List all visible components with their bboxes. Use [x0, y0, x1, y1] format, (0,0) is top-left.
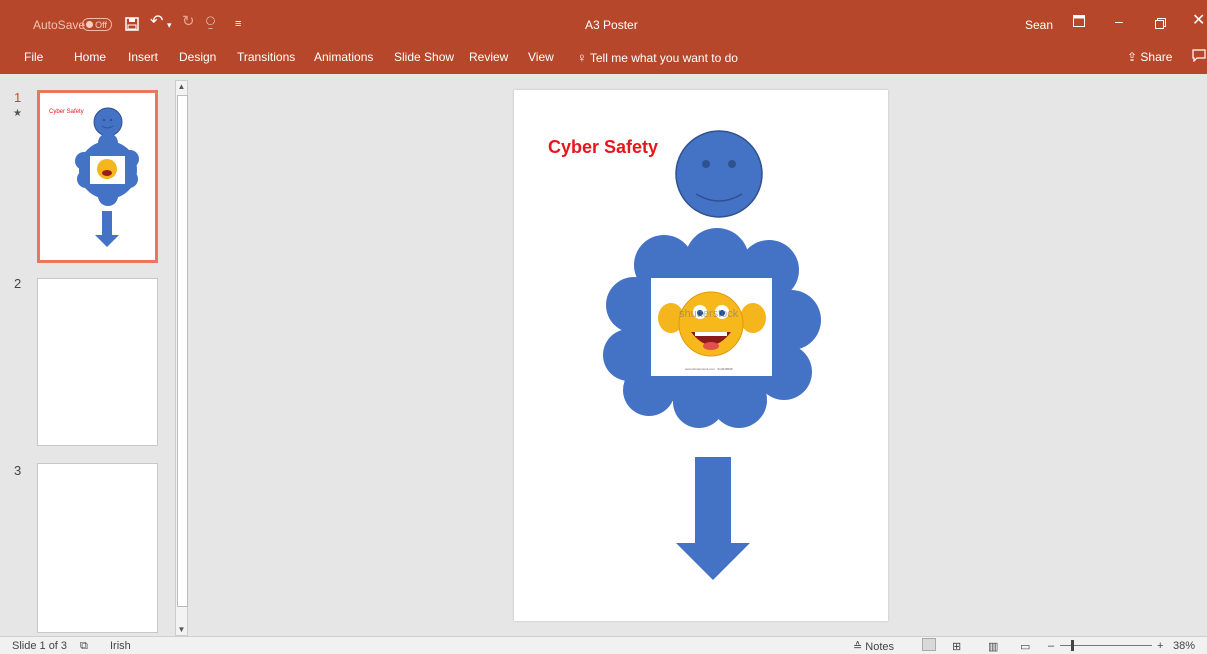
zoom-out-icon[interactable]: – — [1048, 640, 1054, 652]
autosave-state: Off — [95, 20, 107, 30]
tell-me-text: Tell me what you want to do — [589, 51, 738, 65]
zoom-in-icon[interactable]: + — [1157, 640, 1163, 652]
tab-transitions[interactable]: Transitions — [237, 50, 295, 64]
minimize-icon[interactable]: – — [1115, 14, 1123, 28]
save-icon[interactable] — [125, 17, 139, 33]
thumbnail-number-1: 1 — [14, 90, 22, 105]
customize-toolbar-icon[interactable]: ≡ — [235, 17, 241, 31]
down-arrow-shape[interactable] — [514, 90, 888, 621]
slide-show-view-icon[interactable]: ▭ — [1020, 640, 1030, 653]
animation-star-icon: ★ — [13, 108, 22, 119]
tab-slide-show[interactable]: Slide Show — [394, 50, 454, 64]
tab-view[interactable]: View — [528, 50, 554, 64]
zoom-level[interactable]: 38% — [1173, 640, 1195, 652]
scroll-up-icon[interactable]: ▲ — [176, 81, 187, 92]
slide-count: Slide 1 of 3 — [12, 640, 68, 652]
lightbulb-icon: ♀ — [577, 50, 587, 65]
zoom-slider-thumb[interactable] — [1071, 640, 1074, 651]
tell-me-search[interactable]: ♀ Tell me what you want to do — [577, 50, 738, 65]
scroll-down-icon[interactable]: ▼ — [176, 624, 187, 635]
scrollbar-thumb[interactable] — [177, 95, 188, 607]
undo-dropdown-icon[interactable]: ▾ — [167, 18, 172, 32]
tab-review[interactable]: Review — [469, 50, 508, 64]
user-name[interactable]: Sean — [1025, 18, 1053, 32]
title-bar: AutoSave Off ↶ ▾ ↻ ⍜ ≡ A3 Poster Sean – … — [0, 0, 1207, 38]
thumbnail-preview — [75, 107, 139, 247]
ribbon-display-options-icon[interactable] — [1073, 15, 1085, 29]
tab-home[interactable]: Home — [74, 50, 106, 64]
close-icon[interactable]: ✕ — [1192, 13, 1205, 29]
share-button[interactable]: ⇪ Share — [1127, 50, 1172, 64]
comments-icon[interactable] — [1192, 49, 1206, 64]
language[interactable]: Irish — [110, 640, 131, 652]
reading-view-icon[interactable]: ▥ — [988, 640, 998, 653]
redo-icon[interactable]: ↻ — [182, 14, 195, 29]
document-title: A3 Poster — [585, 18, 638, 32]
ribbon-tabs: File Home Insert Design Transitions Anim… — [0, 38, 1207, 74]
slide-sorter-icon[interactable]: ⊞ — [952, 640, 961, 653]
restore-icon[interactable] — [1155, 17, 1166, 31]
thumbnail-pane: 1 ★ Cyber Safety 2 3 — [0, 74, 192, 636]
notes-label: Notes — [865, 641, 895, 653]
normal-view-icon[interactable] — [922, 638, 936, 651]
tab-insert[interactable]: Insert — [128, 50, 158, 64]
thumbnail-scrollbar[interactable]: ▲ ▼ — [175, 80, 188, 636]
notes-icon: ≙ — [853, 641, 863, 653]
slide-thumbnail-1[interactable]: Cyber Safety — [37, 90, 158, 263]
start-from-beginning-icon[interactable]: ⍜ — [206, 14, 215, 29]
share-label: Share — [1140, 50, 1173, 64]
thumbnail-number-2: 2 — [14, 276, 22, 291]
thumbnail-number-3: 3 — [14, 463, 22, 478]
slide-thumbnail-3[interactable] — [37, 463, 158, 633]
tab-design[interactable]: Design — [179, 50, 216, 64]
notes-button[interactable]: ≙ Notes — [853, 640, 894, 653]
tab-file[interactable]: File — [24, 50, 43, 64]
autosave-label: AutoSave — [33, 18, 86, 32]
tab-animations[interactable]: Animations — [314, 50, 373, 64]
slide-canvas[interactable]: Cyber Safety shutterstock www.shuttersto… — [514, 90, 888, 621]
toggle-knob — [86, 21, 93, 28]
undo-icon[interactable]: ↶ — [150, 14, 163, 30]
slide-thumbnail-2[interactable] — [37, 278, 158, 446]
autosave-toggle[interactable]: Off — [82, 18, 112, 31]
share-icon: ⇪ — [1127, 50, 1138, 64]
status-bar: Slide 1 of 3 ⧉ Irish ≙ Notes ⊞ ▥ ▭ – + 3… — [0, 636, 1207, 654]
spelling-icon[interactable]: ⧉ — [80, 640, 88, 653]
